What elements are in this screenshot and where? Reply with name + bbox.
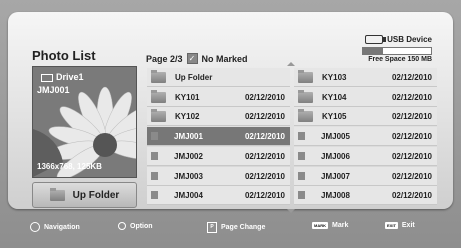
photo-file-icon [151,132,158,140]
checkbox-icon: ✓ [186,53,198,64]
folder-icon [151,108,166,122]
page-title: Photo List [32,48,96,63]
item-date: 02/12/2010 [391,171,432,181]
item-name: JMJ006 [321,151,350,161]
item-date: 02/12/2010 [391,111,432,121]
item-date: 02/12/2010 [244,92,285,102]
photo-preview: Drive1 JMJ001 1366x768, 125KB [32,66,137,178]
folder-item[interactable]: KY105 02/12/2010 [294,107,437,126]
navigation-label: Navigation [44,223,80,231]
footer-page-change: P Page Change [207,222,265,233]
item-date: 02/12/2010 [244,151,285,161]
scroll-up-icon[interactable] [287,62,295,66]
item-name: KY101 [175,92,200,102]
item-date: 02/12/2010 [244,111,285,121]
item-date: 02/12/2010 [391,72,432,82]
folder-icon [151,69,166,83]
device-label: USB Device [387,35,432,44]
free-space-text: Free Space 150 MB [368,56,432,63]
exit-key-icon: EXIT [385,222,398,229]
item-name: KY102 [175,111,200,121]
page-number: Page 2/3 [146,53,183,64]
up-folder-label: Up Folder [72,189,120,201]
footer-exit: EXIT Exit [385,222,415,229]
item-name: JMJ002 [174,151,203,161]
photo-file-icon [298,152,305,160]
photo-item[interactable]: JMJ005 02/12/2010 [294,127,437,146]
mark-label: Mark [332,222,349,229]
footer-mark: MARK Mark [312,222,348,229]
item-name: JMJ008 [321,190,350,200]
preview-file-name: JMJ001 [37,85,70,95]
photo-item[interactable]: JMJ004 02/12/2010 [147,186,290,205]
marked-status: No Marked [201,53,248,64]
item-date: 02/12/2010 [391,151,432,161]
folder-icon [298,108,313,122]
up-folder-icon [49,187,65,201]
photo-file-icon [298,172,305,180]
photo-item[interactable]: JMJ006 02/12/2010 [294,147,437,166]
photo-file-icon [298,132,305,140]
file-grid: Up Folder KY101 02/12/2010 KY102 02/12/2010 J… [147,68,437,206]
item-name: JMJ001 [174,131,203,141]
preview-resolution: 1366x768, 125KB [37,162,102,171]
item-date: 02/12/2010 [391,190,432,200]
item-name: Up Folder [175,72,213,82]
photo-item[interactable]: JMJ007 02/12/2010 [294,167,437,186]
folder-item[interactable]: Up Folder [147,68,290,87]
photo-item[interactable]: JMJ002 02/12/2010 [147,147,290,166]
photo-file-icon [298,191,305,199]
screen-background: Photo List Page 2/3 ✓ No Marked USB Devi… [0,0,461,248]
storage-info: USB Device Free Space 150 MB [362,35,432,63]
item-date: 02/12/2010 [244,171,285,181]
item-name: JMJ003 [174,171,203,181]
option-label: Option [130,222,153,230]
up-folder-button[interactable]: Up Folder [32,182,137,208]
folder-item[interactable]: KY104 02/12/2010 [294,88,437,107]
photo-file-icon [151,191,158,199]
photo-item[interactable]: JMJ001 02/12/2010 [147,127,290,146]
folder-icon [151,89,166,103]
storage-usage-bar [362,47,432,55]
mark-key-icon: MARK [312,222,328,229]
folder-item[interactable]: KY102 02/12/2010 [147,107,290,126]
footer-bar: Navigation Option P Page Change MARK Mar… [0,212,461,238]
folder-icon [298,69,313,83]
item-date: 02/12/2010 [244,190,285,200]
item-name: JMJ005 [321,131,350,141]
item-date: 02/12/2010 [391,131,432,141]
item-name: JMJ004 [174,190,203,200]
footer-navigation: Navigation [30,222,80,232]
page-info: Page 2/3 ✓ No Marked [146,53,248,64]
folder-icon [298,89,313,103]
item-name: JMJ007 [321,171,350,181]
item-date: 02/12/2010 [244,131,285,141]
item-date: 02/12/2010 [391,92,432,102]
flower-image [33,67,136,177]
item-name: KY104 [322,92,347,102]
footer-option: Option [118,222,153,230]
drive-label: Drive1 [56,72,84,82]
folder-item[interactable]: KY103 02/12/2010 [294,68,437,87]
usb-icon [365,35,387,44]
drive-icon [41,74,53,82]
navigation-icon [30,222,40,232]
drive-info: Drive1 [41,72,84,82]
page-change-icon: P [207,222,217,233]
photo-file-icon [151,152,158,160]
page-change-label: Page Change [221,224,266,231]
folder-item[interactable]: KY101 02/12/2010 [147,88,290,107]
photo-file-icon [151,172,158,180]
photo-item[interactable]: JMJ008 02/12/2010 [294,186,437,205]
exit-label: Exit [401,222,415,229]
item-name: KY103 [322,72,347,82]
option-icon [118,222,126,230]
photo-item[interactable]: JMJ003 02/12/2010 [147,167,290,186]
item-name: KY105 [322,111,347,121]
